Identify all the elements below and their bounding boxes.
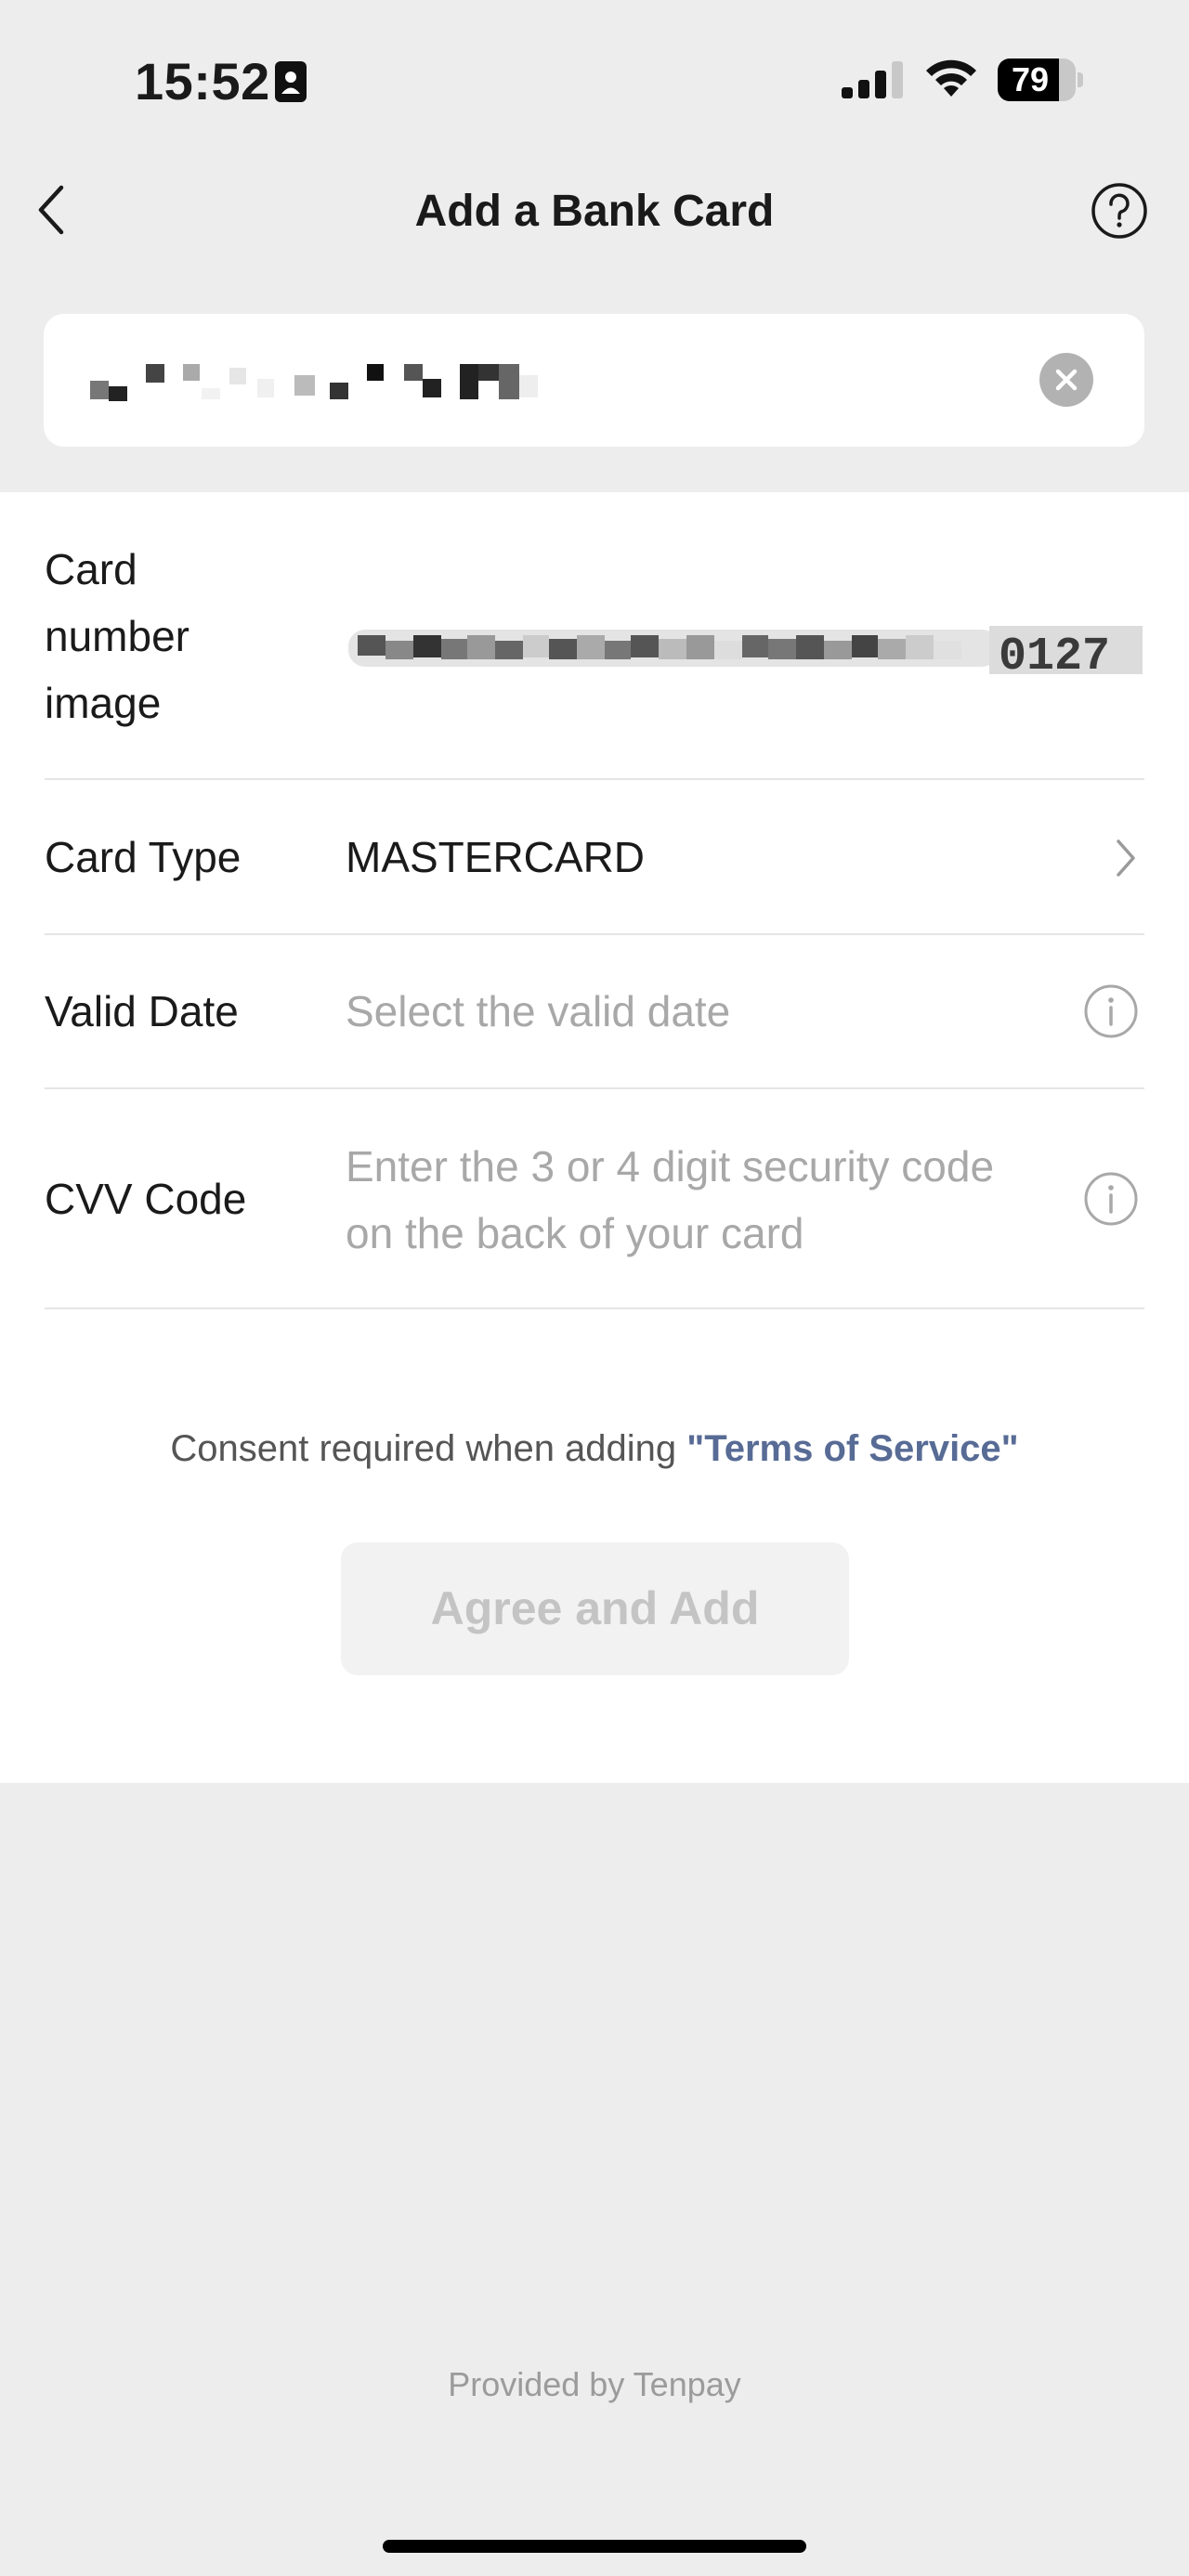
battery-percent: 79 [1011, 60, 1050, 98]
consent-label: Consent required when adding [170, 1428, 677, 1469]
clear-button[interactable] [1039, 353, 1093, 407]
agree-and-add-button[interactable]: Agree and Add [341, 1542, 849, 1675]
divider [45, 933, 1144, 935]
battery-icon: 79 [998, 59, 1083, 101]
chevron-right-icon[interactable] [1113, 836, 1139, 880]
page-title: Add a Bank Card [414, 187, 775, 236]
status-time: 15:52 [135, 52, 270, 111]
terms-of-service-link[interactable]: "Terms of Service" [686, 1428, 1018, 1469]
signal-icon [842, 61, 903, 98]
cvv-field[interactable]: Enter the 3 or 4 digit security code on … [346, 1133, 1033, 1267]
provider-footer: Provided by Tenpay [448, 2365, 741, 2403]
contact-card-icon [275, 61, 307, 102]
valid-date-field[interactable]: Select the valid date [346, 978, 730, 1045]
clear-icon [1055, 369, 1078, 391]
cvv-label: CVV Code [45, 1175, 247, 1223]
masked-card-number [90, 364, 538, 401]
card-type-label: Card Type [45, 833, 242, 881]
card-image-label: Card number image [45, 545, 189, 727]
wifi-icon [926, 59, 976, 97]
consent-text: Consent required when adding "Terms of S… [0, 1421, 1189, 1477]
status-bar: 15:52 79 [0, 0, 1189, 158]
card-number-image: 0127 [348, 604, 1143, 687]
divider [45, 778, 1144, 780]
card-last-digits: 0127 [999, 631, 1110, 683]
info-icon[interactable] [1083, 1171, 1139, 1227]
card-form: Card number image 0127 Card Type MASTERC… [0, 492, 1189, 1783]
divider [45, 1308, 1144, 1309]
card-number-input[interactable] [44, 314, 1144, 447]
info-icon[interactable] [1083, 983, 1139, 1039]
home-indicator [383, 2540, 806, 2553]
help-icon[interactable] [1091, 182, 1148, 240]
divider [45, 1087, 1144, 1089]
valid-date-label: Valid Date [45, 987, 239, 1035]
card-type-value[interactable]: MASTERCARD [346, 824, 645, 891]
